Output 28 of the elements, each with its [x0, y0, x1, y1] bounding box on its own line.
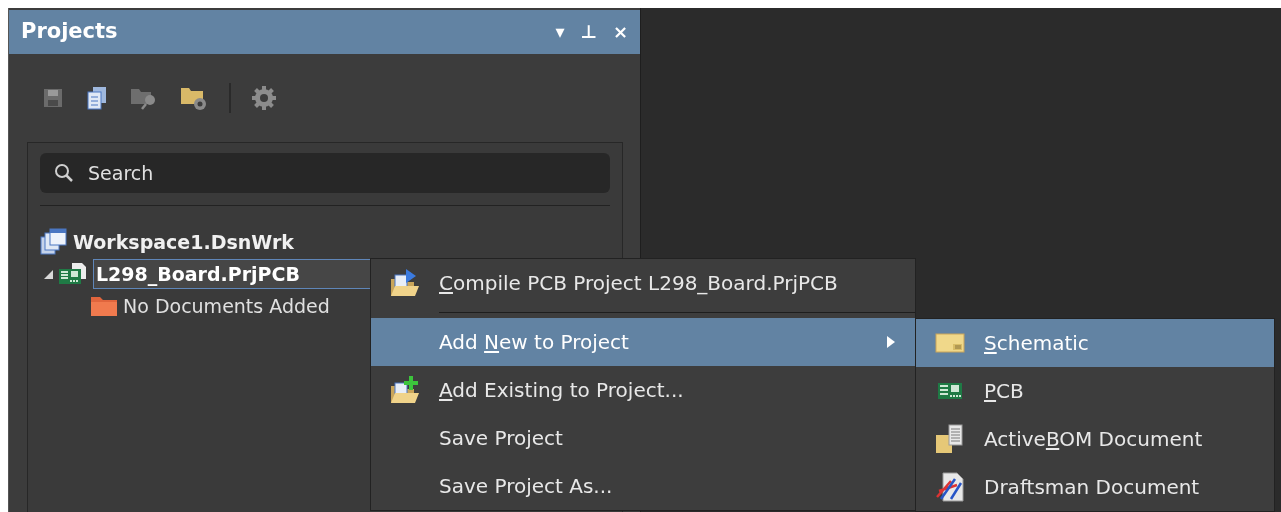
- folder-arrow-icon: [389, 267, 421, 299]
- close-button[interactable]: ×: [612, 23, 628, 41]
- circuit-board-icon: [937, 381, 963, 401]
- schematic-sheet-icon: [935, 332, 965, 354]
- menu-item[interactable]: PCB: [916, 367, 1274, 415]
- menu-item[interactable]: Draftsman Document: [916, 463, 1274, 511]
- folder-list-icon: [935, 423, 965, 455]
- search-icon: [54, 163, 74, 183]
- documents-icon[interactable]: [85, 85, 109, 111]
- tree-item[interactable]: No Documents Added: [121, 291, 332, 321]
- dropdown-button[interactable]: ▾: [555, 23, 565, 41]
- search-field[interactable]: Search: [40, 153, 610, 193]
- folder-plus-icon: [389, 374, 421, 406]
- menu-item[interactable]: Add New to Project: [371, 318, 915, 366]
- save-icon[interactable]: [41, 86, 65, 110]
- tree-item[interactable]: Workspace1.DsnWrk: [71, 227, 296, 257]
- folder-icon: [90, 295, 118, 317]
- panel-title: Projects: [21, 18, 119, 46]
- menu-item[interactable]: ActiveBOM Document: [916, 415, 1274, 463]
- menu-item[interactable]: Save Project As...: [371, 462, 915, 510]
- settings-icon[interactable]: [251, 85, 277, 111]
- menu-item[interactable]: Schematic: [916, 319, 1274, 367]
- submenu-arrow-icon: [887, 336, 895, 348]
- menu-item[interactable]: Add Existing to Project...: [371, 366, 915, 414]
- drafting-document-icon: [935, 471, 965, 503]
- workspace-icon: [40, 228, 68, 256]
- menu-item[interactable]: Save Project: [371, 414, 915, 462]
- pin-button[interactable]: ⊥: [580, 23, 597, 41]
